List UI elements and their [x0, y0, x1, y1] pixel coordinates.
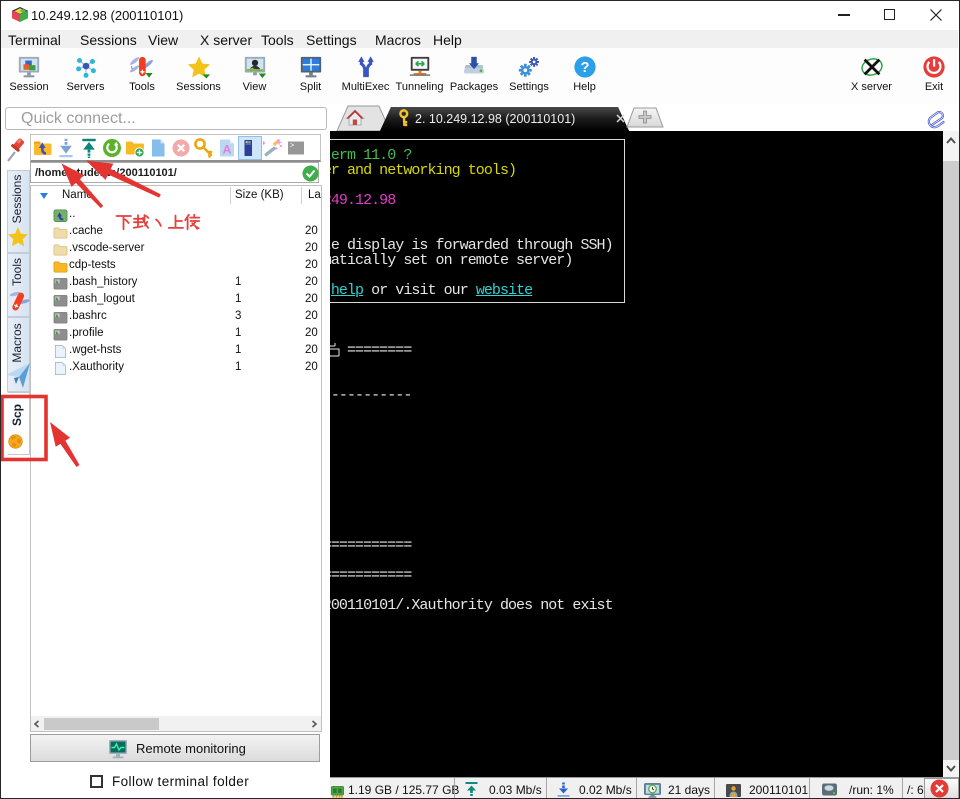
svg-text:>: >: [290, 143, 294, 151]
svg-text:?: ?: [580, 60, 589, 76]
svg-text:2. 10.249.12.98 (200110101): 2. 10.249.12.98 (200110101): [415, 112, 575, 126]
svg-text:A: A: [223, 143, 232, 157]
